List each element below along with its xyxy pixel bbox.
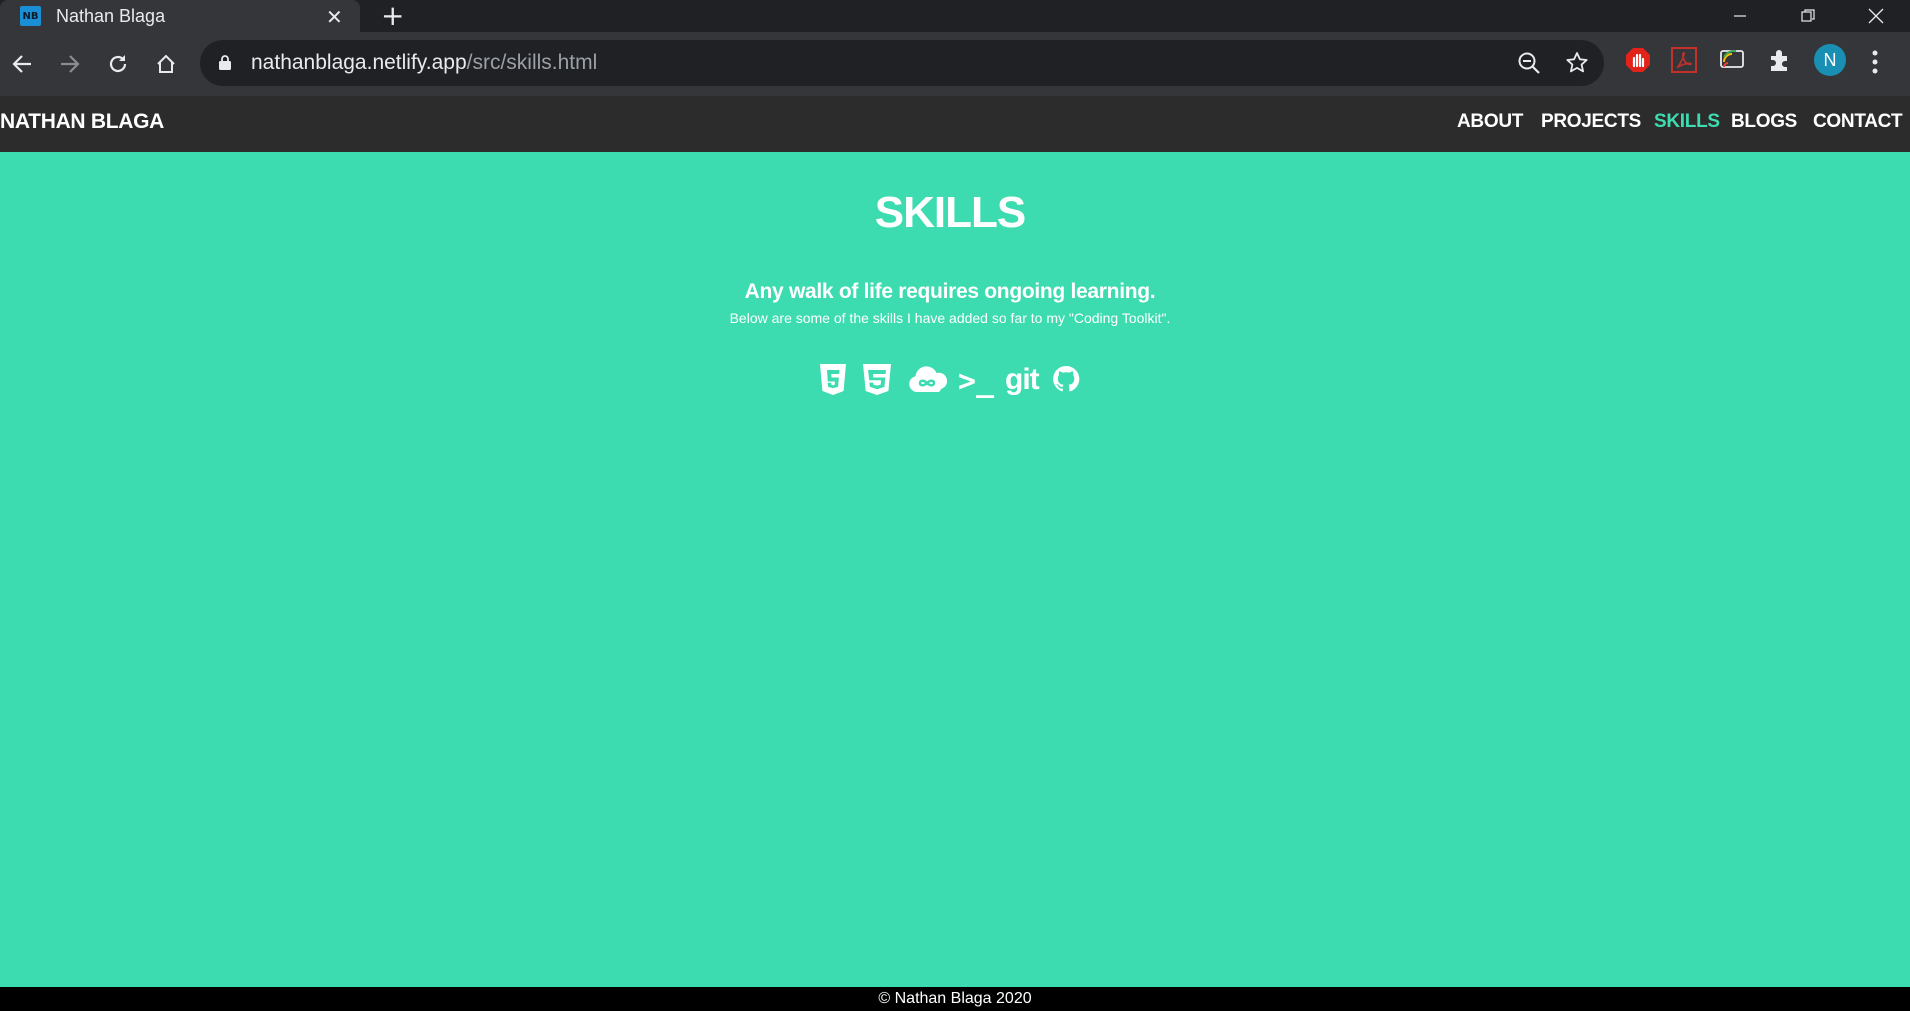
browser-toolbar: nathanblaga.netlify.app/src/skills.html … bbox=[0, 32, 1910, 96]
forward-button[interactable] bbox=[52, 46, 88, 82]
reload-button[interactable] bbox=[100, 46, 136, 82]
lock-icon[interactable] bbox=[218, 54, 232, 70]
tab-close-icon[interactable]: ✕ bbox=[326, 5, 343, 29]
url-host: nathanblaga.netlify.app bbox=[251, 51, 467, 74]
address-bar[interactable]: nathanblaga.netlify.app/src/skills.html bbox=[200, 40, 1604, 86]
adblock-extension-icon[interactable] bbox=[1624, 46, 1652, 74]
home-icon bbox=[157, 54, 175, 73]
site-navbar: NATHAN BLAGA ABOUT PROJECTS SKILLS BLOGS… bbox=[0, 96, 1910, 152]
browser-tab-strip: NB Nathan Blaga ✕ + bbox=[0, 0, 1910, 32]
github-icon bbox=[1053, 365, 1080, 392]
cloud-infinity-icon bbox=[909, 366, 948, 392]
brand-logo-link[interactable]: NATHAN BLAGA bbox=[0, 110, 164, 134]
arrow-left-icon bbox=[12, 55, 31, 73]
nav-link-contact[interactable]: CONTACT bbox=[1813, 111, 1903, 133]
skills-section: SKILLS Any walk of life requires ongoing… bbox=[0, 152, 1910, 987]
bookmark-star-icon[interactable] bbox=[1564, 50, 1590, 76]
minimize-button[interactable] bbox=[1710, 0, 1770, 32]
nav-link-about[interactable]: ABOUT bbox=[1457, 111, 1523, 133]
home-button[interactable] bbox=[148, 46, 184, 82]
browser-tab[interactable]: NB Nathan Blaga ✕ bbox=[0, 0, 360, 32]
arrow-right-icon bbox=[61, 55, 80, 73]
page-title: SKILLS bbox=[874, 188, 1026, 237]
restore-button[interactable] bbox=[1778, 0, 1838, 32]
site-footer: © Nathan Blaga 2020 bbox=[0, 987, 1910, 1011]
nav-link-projects[interactable]: PROJECTS bbox=[1541, 111, 1641, 133]
html5-icon bbox=[820, 364, 846, 395]
puzzle-extensions-icon[interactable] bbox=[1766, 46, 1794, 74]
nav-link-blogs[interactable]: BLOGS bbox=[1731, 111, 1797, 133]
css3-icon bbox=[863, 364, 891, 395]
nav-link-skills[interactable]: SKILLS bbox=[1654, 111, 1720, 133]
git-icon: git bbox=[1005, 363, 1040, 396]
profile-avatar[interactable]: N bbox=[1814, 44, 1846, 76]
page-subtitle: Any walk of life requires ongoing learni… bbox=[744, 280, 1156, 303]
zoom-out-icon[interactable] bbox=[1516, 50, 1542, 76]
reload-icon bbox=[109, 55, 127, 73]
site-favicon-icon: NB bbox=[20, 6, 41, 26]
cast-extension-icon[interactable] bbox=[1718, 46, 1746, 74]
more-menu-icon[interactable] bbox=[1868, 48, 1882, 76]
url-text[interactable]: nathanblaga.netlify.app/src/skills.html bbox=[251, 51, 597, 75]
new-tab-button[interactable]: + bbox=[381, 0, 404, 32]
back-button[interactable] bbox=[4, 46, 40, 82]
terminal-icon: >_ bbox=[958, 364, 995, 399]
page-description: Below are some of the skills I have adde… bbox=[729, 310, 1171, 326]
acrobat-extension-icon[interactable] bbox=[1670, 46, 1698, 74]
url-path: /src/skills.html bbox=[466, 51, 598, 74]
tab-title: Nathan Blaga bbox=[56, 6, 166, 26]
close-window-button[interactable] bbox=[1846, 0, 1906, 32]
